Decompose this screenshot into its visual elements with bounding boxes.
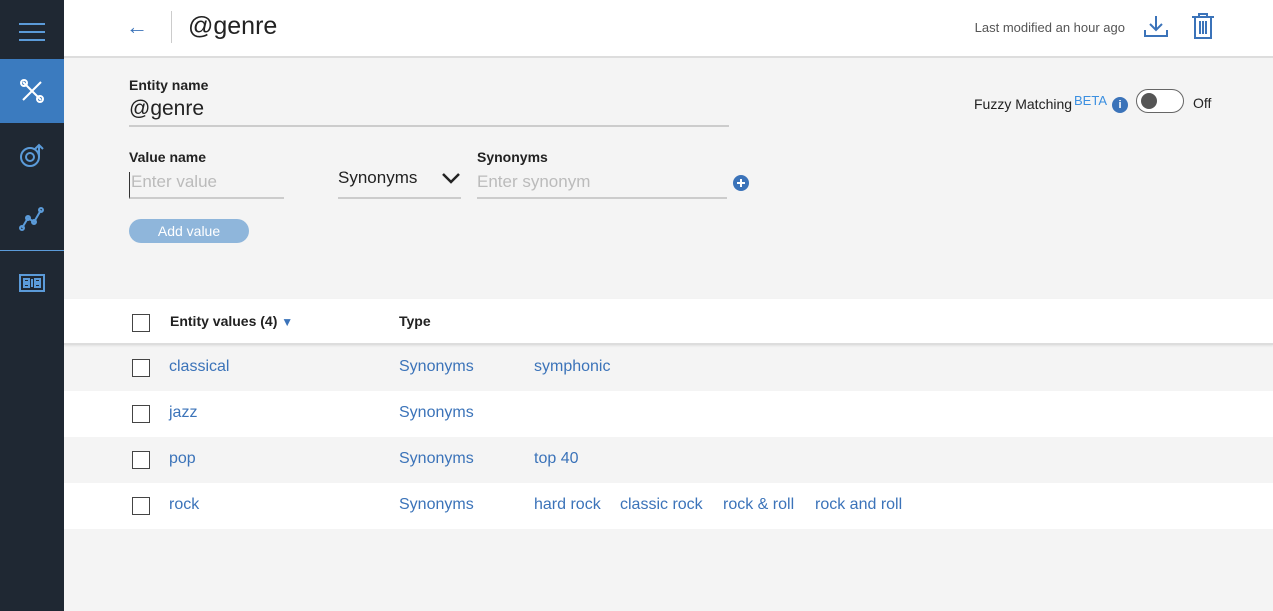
sidebar-item-build[interactable] — [0, 59, 64, 123]
toggle-state: Off — [1193, 95, 1212, 111]
type-cell: Synonyms — [399, 450, 474, 467]
row-checkbox[interactable] — [132, 497, 150, 515]
entity-values-header[interactable]: Entity values (4) ▼ — [170, 313, 293, 329]
entity-value-link[interactable]: jazz — [169, 404, 197, 422]
entity-value-link[interactable]: rock — [169, 496, 199, 514]
hamburger-icon — [19, 23, 45, 41]
row-checkbox[interactable] — [132, 405, 150, 423]
add-synonym-icon[interactable] — [733, 175, 749, 191]
entity-values-table: Entity values (4) ▼ Type classical Synon… — [64, 299, 1273, 529]
table-row: jazz Synonyms — [64, 391, 1273, 437]
row-checkbox[interactable] — [132, 359, 150, 377]
row-checkbox[interactable] — [132, 451, 150, 469]
sidebar-item-improve[interactable] — [0, 123, 64, 187]
table-header: Entity values (4) ▼ Type — [64, 299, 1273, 345]
entity-value-link[interactable]: pop — [169, 450, 196, 468]
menu-button[interactable] — [0, 0, 64, 64]
chevron-down-icon — [442, 173, 460, 184]
entity-value-link[interactable]: classical — [169, 358, 229, 376]
download-icon[interactable] — [1143, 14, 1169, 38]
back-arrow-icon[interactable]: ← — [126, 14, 148, 40]
type-cell: Synonyms — [399, 496, 474, 513]
table-row: classical Synonyms symphonic — [64, 345, 1273, 391]
tools-icon — [20, 79, 44, 103]
fuzzy-matching-toggle[interactable] — [1136, 89, 1184, 113]
table-row: rock Synonyms hard rock classic rock rock &… — [64, 483, 1273, 529]
grid-icon — [19, 274, 45, 292]
sidebar-item-workspaces[interactable] — [0, 251, 64, 315]
sidebar-item-analytics[interactable] — [0, 187, 64, 251]
type-cell: Synonyms — [399, 404, 474, 421]
last-modified: Last modified an hour ago — [974, 20, 1125, 35]
synonym-item[interactable]: symphonic — [534, 358, 610, 376]
beta-badge: BETA — [1074, 93, 1107, 108]
value-name-label: Value name — [129, 149, 207, 165]
select-all-checkbox[interactable] — [132, 314, 150, 332]
fuzzy-matching-label: Fuzzy Matching — [974, 96, 1073, 112]
info-icon[interactable]: i — [1112, 97, 1128, 113]
type-header: Type — [399, 313, 431, 329]
synonym-item[interactable]: rock and roll — [815, 496, 902, 514]
trash-icon[interactable] — [1191, 12, 1215, 40]
synonym-item[interactable]: top 40 — [534, 450, 578, 468]
table-row: pop Synonyms top 40 — [64, 437, 1273, 483]
page-title: @genre — [188, 12, 278, 40]
sort-down-icon[interactable]: ▼ — [281, 315, 293, 329]
type-cell: Synonyms — [399, 358, 474, 375]
synonym-input[interactable]: Enter synonym — [477, 172, 727, 199]
entity-name-label: Entity name — [129, 77, 209, 93]
add-value-button[interactable]: Add value — [129, 219, 249, 243]
type-select-value: Synonyms — [338, 168, 418, 187]
sidebar — [0, 0, 64, 611]
value-input[interactable]: Enter value — [129, 172, 284, 199]
synonym-item[interactable]: classic rock — [620, 496, 703, 514]
entity-name-input[interactable]: @genre — [129, 97, 729, 127]
chart-line-icon — [19, 207, 44, 231]
improve-icon — [20, 143, 44, 167]
synonym-item[interactable]: hard rock — [534, 496, 601, 514]
synonyms-label: Synonyms — [477, 149, 548, 165]
divider — [171, 11, 172, 43]
type-select[interactable]: Synonyms — [338, 168, 461, 199]
toggle-knob — [1141, 93, 1157, 109]
synonym-item[interactable]: rock & roll — [723, 496, 794, 514]
top-bar: ← @genre Last modified an hour ago — [64, 0, 1273, 58]
